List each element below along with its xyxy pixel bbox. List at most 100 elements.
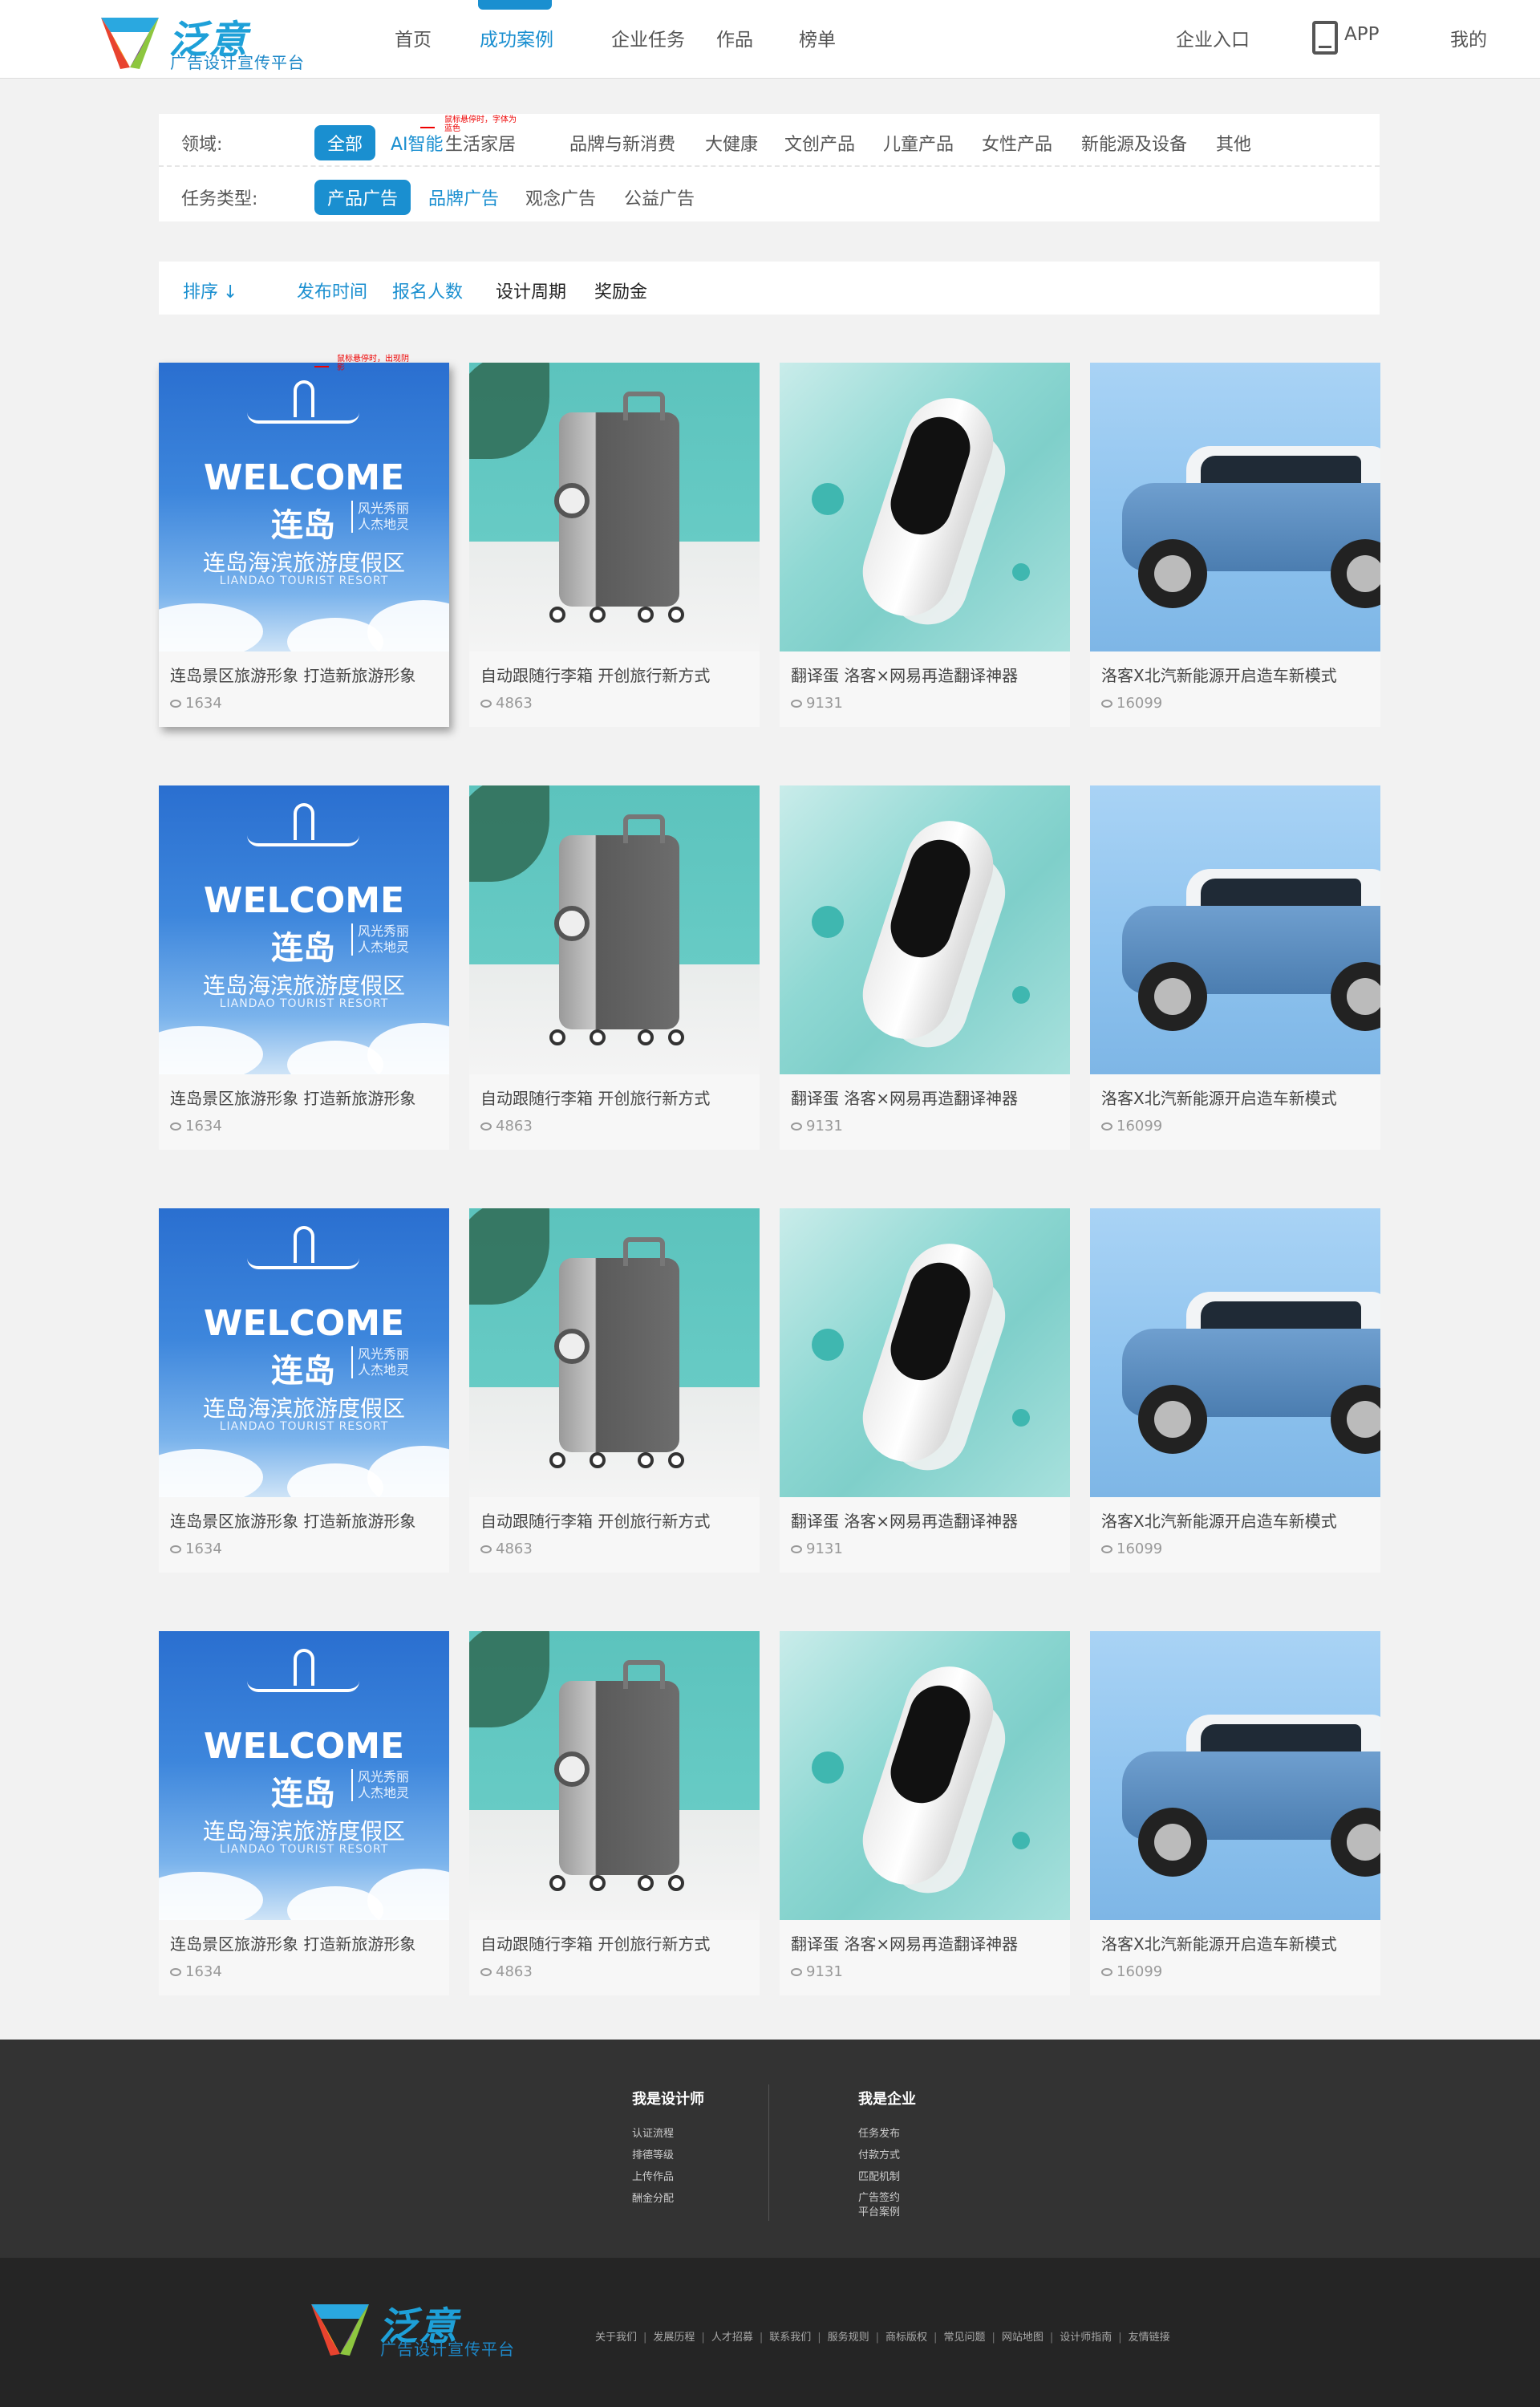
footer-bottom-link[interactable]: 关于我们 bbox=[595, 2332, 637, 2344]
domain-option-women[interactable]: 女性产品 bbox=[982, 130, 1052, 156]
view-count: 16099 bbox=[1116, 695, 1163, 712]
enterprise-link[interactable]: 任务发布 bbox=[858, 2123, 916, 2145]
thumb-resort-en-text: LIANDAO TOURIST RESORT bbox=[219, 1420, 389, 1433]
enterprise-link[interactable]: 广告签约 平台案例 bbox=[858, 2191, 910, 2220]
case-title: 连岛景区旅游形象 打造新旅游形象 bbox=[170, 666, 416, 685]
designer-link[interactable]: 上传作品 bbox=[632, 2166, 704, 2188]
case-thumbnail bbox=[780, 1208, 1070, 1497]
case-card[interactable]: WELCOME 连岛 风光秀丽 人杰地灵 连岛海滨旅游度假区 LIANDAO T… bbox=[159, 363, 449, 727]
case-caption: 翻译蛋 洛客×网易再造翻译神器 9131 bbox=[780, 1497, 1070, 1573]
case-thumbnail bbox=[469, 363, 760, 651]
case-views: 1634 bbox=[170, 1540, 222, 1557]
thumb-resort-en-text: LIANDAO TOURIST RESORT bbox=[219, 574, 389, 587]
task-option-public-ad[interactable]: 公益广告 bbox=[624, 185, 695, 210]
case-thumbnail bbox=[1090, 785, 1380, 1074]
case-card[interactable]: WELCOME 连岛 风光秀丽 人杰地灵 连岛海滨旅游度假区 LIANDAO T… bbox=[159, 1631, 449, 1995]
nav-home[interactable]: 首页 bbox=[395, 24, 432, 51]
case-title: 翻译蛋 洛客×网易再造翻译神器 bbox=[791, 1089, 1019, 1108]
task-option-brand-ad[interactable]: 品牌广告 bbox=[428, 185, 499, 210]
enterprise-link[interactable]: 付款方式 bbox=[858, 2145, 916, 2166]
domain-option-all[interactable]: 全部 bbox=[314, 125, 376, 160]
eye-icon bbox=[791, 1545, 802, 1553]
app-label: APP bbox=[1344, 24, 1380, 45]
case-card[interactable]: 翻译蛋 洛客×网易再造翻译神器 9131 bbox=[780, 785, 1070, 1150]
case-card[interactable]: 自动跟随行李箱 开创旅行新方式 4863 bbox=[469, 363, 760, 727]
footer-logo-mark-icon bbox=[311, 2304, 369, 2356]
site-logo[interactable]: 泛意 广告设计宣传平台 bbox=[98, 8, 314, 72]
designer-link[interactable]: 认证流程 bbox=[632, 2123, 704, 2145]
case-card[interactable]: 洛客X北汽新能源开启造车新模式 16099 bbox=[1090, 1631, 1380, 1995]
footer-bottom-link[interactable]: 设计师指南 bbox=[1060, 2332, 1112, 2344]
domain-option-new-energy[interactable]: 新能源及设备 bbox=[1081, 130, 1187, 156]
nav-rankings[interactable]: 榜单 bbox=[799, 24, 836, 51]
footer-link-separator: | bbox=[759, 2332, 764, 2344]
domain-option-other[interactable]: 其他 bbox=[1216, 130, 1251, 156]
case-title: 自动跟随行李箱 开创旅行新方式 bbox=[480, 1512, 711, 1531]
case-card[interactable]: 自动跟随行李箱 开创旅行新方式 4863 bbox=[469, 1208, 760, 1573]
footer-bottom-link[interactable]: 人才招募 bbox=[711, 2332, 753, 2344]
case-card[interactable]: 翻译蛋 洛客×网易再造翻译神器 9131 bbox=[780, 1631, 1070, 1995]
eye-icon bbox=[170, 700, 181, 708]
card-hover-note: 鼠标悬停时，出现阴影 bbox=[337, 355, 409, 372]
case-thumbnail: WELCOME 连岛 风光秀丽 人杰地灵 连岛海滨旅游度假区 LIANDAO T… bbox=[159, 1631, 449, 1920]
enterprise-link[interactable]: 匹配机制 bbox=[858, 2166, 916, 2188]
domain-option-brand[interactable]: 品牌与新消费 bbox=[569, 130, 675, 156]
footer-bottom-link[interactable]: 常见问题 bbox=[943, 2332, 985, 2344]
designer-link[interactable]: 酬金分配 bbox=[632, 2188, 704, 2210]
domain-option-home[interactable]: 生活家居 bbox=[445, 130, 516, 156]
enterprise-entry-link[interactable]: 企业入口 bbox=[1176, 24, 1250, 51]
footer-logo[interactable]: 泛意 广告设计宣传平台 bbox=[308, 2295, 525, 2359]
enterprise-column-title: 我是企业 bbox=[858, 2091, 916, 2108]
eye-icon bbox=[170, 1122, 181, 1130]
thumb-tagline-text: 风光秀丽 人杰地灵 bbox=[351, 1346, 415, 1378]
sort-reward[interactable]: 奖励金 bbox=[594, 278, 647, 303]
case-title: 洛客X北汽新能源开启造车新模式 bbox=[1101, 666, 1337, 685]
case-card[interactable]: 自动跟随行李箱 开创旅行新方式 4863 bbox=[469, 785, 760, 1150]
case-card[interactable]: 洛客X北汽新能源开启造车新模式 16099 bbox=[1090, 1208, 1380, 1573]
footer-bottom-link[interactable]: 服务规则 bbox=[828, 2332, 869, 2344]
footer-bottom-link[interactable]: 友情链接 bbox=[1129, 2332, 1170, 2344]
task-option-product-ad[interactable]: 产品广告 bbox=[314, 180, 411, 215]
nav-enterprise-tasks[interactable]: 企业任务 bbox=[611, 24, 685, 51]
case-card[interactable]: 翻译蛋 洛客×网易再造翻译神器 9131 bbox=[780, 363, 1070, 727]
sort-signups[interactable]: 报名人数 bbox=[392, 278, 463, 303]
domain-option-cultural[interactable]: 文创产品 bbox=[784, 130, 855, 156]
case-title: 洛客X北汽新能源开启造车新模式 bbox=[1101, 1089, 1337, 1108]
view-count: 16099 bbox=[1116, 1963, 1163, 1980]
task-type-label: 任务类型: bbox=[181, 189, 258, 209]
task-option-concept-ad[interactable]: 观念广告 bbox=[525, 185, 596, 210]
case-card[interactable]: 自动跟随行李箱 开创旅行新方式 4863 bbox=[469, 1631, 760, 1995]
nav-works[interactable]: 作品 bbox=[716, 24, 753, 51]
thumb-welcome-text: WELCOME bbox=[203, 880, 405, 921]
sort-publish-time[interactable]: 发布时间 bbox=[297, 278, 367, 303]
view-count: 1634 bbox=[185, 1540, 222, 1557]
case-card[interactable]: 洛客X北汽新能源开启造车新模式 16099 bbox=[1090, 363, 1380, 727]
enterprise-column: 我是企业 任务发布 付款方式 匹配机制 广告签约 平台案例 bbox=[858, 2088, 916, 2220]
footer-bottom-link[interactable]: 网站地图 bbox=[1002, 2332, 1044, 2344]
my-account-link[interactable]: 我的 bbox=[1450, 24, 1487, 51]
view-count: 16099 bbox=[1116, 1540, 1163, 1557]
domain-option-health[interactable]: 大健康 bbox=[705, 130, 758, 156]
case-card[interactable]: 翻译蛋 洛客×网易再造翻译神器 9131 bbox=[780, 1208, 1070, 1573]
nav-success-cases[interactable]: 成功案例 bbox=[480, 24, 553, 51]
footer-bottom-link[interactable]: 商标版权 bbox=[886, 2332, 927, 2344]
footer-bottom-link[interactable]: 联系我们 bbox=[769, 2332, 811, 2344]
case-thumbnail bbox=[469, 1208, 760, 1497]
domain-option-kids[interactable]: 儿童产品 bbox=[883, 130, 954, 156]
view-count: 9131 bbox=[806, 1118, 843, 1134]
sort-toggle[interactable]: 排序 ↓ bbox=[183, 278, 237, 303]
case-card[interactable]: WELCOME 连岛 风光秀丽 人杰地灵 连岛海滨旅游度假区 LIANDAO T… bbox=[159, 1208, 449, 1573]
task-type-filter-row: 任务类型: 产品广告 品牌广告 观念广告 公益广告 bbox=[159, 168, 1380, 221]
case-card[interactable]: WELCOME 连岛 风光秀丽 人杰地灵 连岛海滨旅游度假区 LIANDAO T… bbox=[159, 785, 449, 1150]
sort-bar: 排序 ↓ 发布时间 报名人数 设计周期 奖励金 bbox=[159, 262, 1380, 315]
sort-design-cycle[interactable]: 设计周期 bbox=[496, 278, 566, 303]
case-thumbnail bbox=[1090, 1208, 1380, 1497]
thumb-island-text: 连岛 bbox=[271, 1776, 335, 1812]
domain-option-ai[interactable]: AI智能 bbox=[391, 130, 444, 156]
case-card[interactable]: 洛客X北汽新能源开启造车新模式 16099 bbox=[1090, 785, 1380, 1150]
view-count: 9131 bbox=[806, 1540, 843, 1557]
case-caption: 连岛景区旅游形象 打造新旅游形象 1634 bbox=[159, 1074, 449, 1150]
footer-bottom-link[interactable]: 发展历程 bbox=[653, 2332, 695, 2344]
designer-link[interactable]: 排德等级 bbox=[632, 2145, 704, 2166]
footer-divider bbox=[768, 2084, 769, 2221]
